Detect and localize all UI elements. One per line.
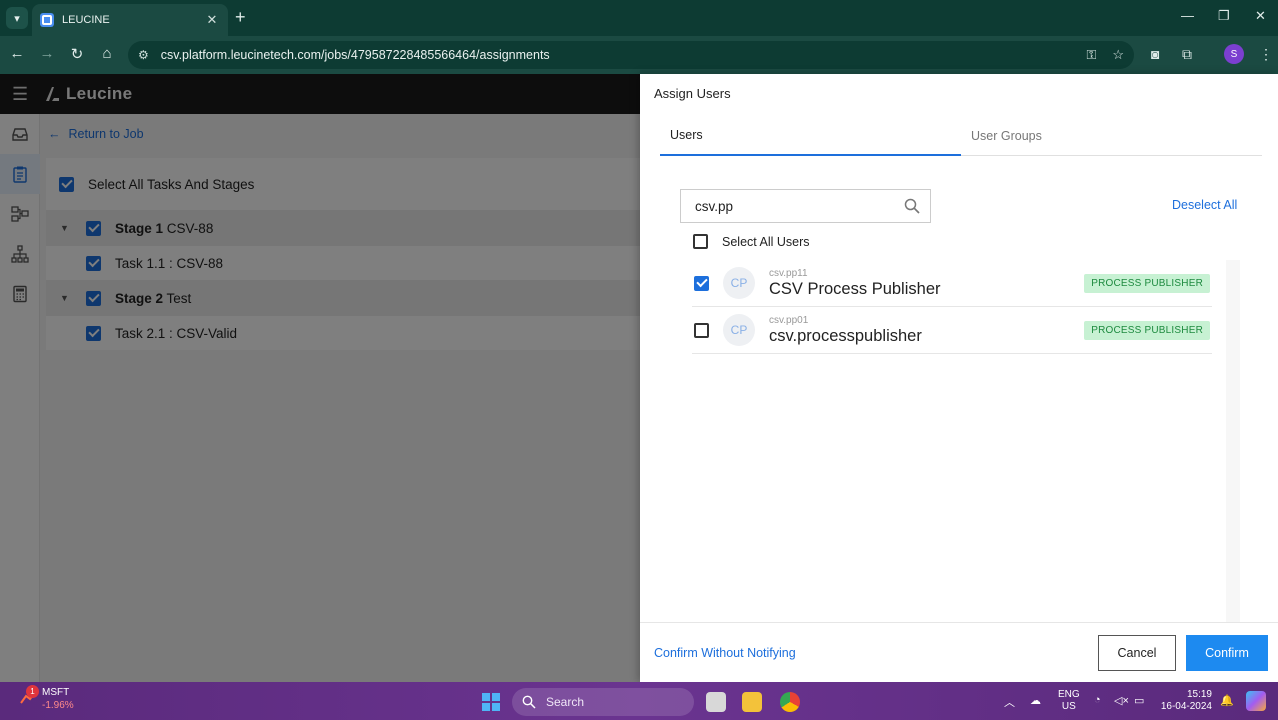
role-badge: PROCESS PUBLISHER xyxy=(1084,273,1210,293)
system-clock[interactable]: 15:19 16-04-2024 xyxy=(1160,689,1212,713)
tab-title: LEUCINE xyxy=(62,14,110,26)
profile-avatar[interactable]: S xyxy=(1224,44,1244,64)
notifications-bell-icon[interactable]: 🔔 xyxy=(1220,694,1234,707)
stock-chart-icon: 1 xyxy=(20,685,39,705)
user-info: csv.pp11 CSV Process Publisher xyxy=(769,268,1084,299)
leucine-favicon-icon xyxy=(40,13,54,27)
user-name: csv.processpublisher xyxy=(769,326,922,345)
assign-users-drawer: Assign Users Users User Groups csv.pp De… xyxy=(640,74,1278,682)
user-checkbox[interactable] xyxy=(694,275,709,291)
notification-badge: 1 xyxy=(26,685,39,698)
avatar: CP xyxy=(723,267,755,299)
reload-icon[interactable]: ↻ xyxy=(67,45,87,63)
maximize-icon[interactable]: ❐ xyxy=(1218,8,1230,24)
file-explorer-icon[interactable] xyxy=(742,692,762,712)
tab-users[interactable]: Users xyxy=(660,116,961,156)
drawer-footer: Confirm Without Notifying Cancel Confirm xyxy=(640,622,1278,682)
taskbar-search-label: Search xyxy=(546,695,585,709)
leucine-app: ☰ Leucine xyxy=(0,74,1278,682)
role-badge: PROCESS PUBLISHER xyxy=(1084,320,1210,340)
user-row[interactable]: CP csv.pp11 CSV Process Publisher PROCES… xyxy=(692,260,1212,307)
user-list: CP csv.pp11 CSV Process Publisher PROCES… xyxy=(692,260,1212,354)
new-tab-button[interactable]: + xyxy=(235,7,246,27)
select-all-users-checkbox[interactable] xyxy=(693,234,708,249)
windows-start-icon[interactable] xyxy=(482,693,500,711)
stock-widget[interactable]: 1 MSFT -1.96% xyxy=(20,685,74,711)
tab-user-groups[interactable]: User Groups xyxy=(961,116,1262,156)
avatar: CP xyxy=(723,314,755,346)
keyboard-region: US xyxy=(1061,701,1076,712)
bookmark-star-icon[interactable]: ☆ xyxy=(1112,47,1124,63)
back-icon[interactable]: ← xyxy=(7,45,27,62)
user-row[interactable]: CP csv.pp01 csv.processpublisher PROCESS… xyxy=(692,307,1212,354)
user-name: CSV Process Publisher xyxy=(769,279,941,298)
site-info-icon[interactable]: ⚙ xyxy=(138,48,149,62)
user-search-input[interactable]: csv.pp xyxy=(680,189,931,223)
close-window-icon[interactable]: ✕ xyxy=(1255,8,1266,24)
scrollbar[interactable] xyxy=(1226,260,1240,622)
stock-name: MSFT xyxy=(42,687,70,698)
cancel-button[interactable]: Cancel xyxy=(1098,635,1176,671)
windows-taskbar: 1 MSFT -1.96% Search ︿ ☁ ENG US ◔ ◁× ▭ 1… xyxy=(0,682,1278,720)
password-key-icon[interactable]: ⚿ xyxy=(1086,47,1096,63)
tab-search-button[interactable]: ▾ xyxy=(6,7,28,29)
minimize-icon[interactable]: — xyxy=(1181,8,1194,23)
url-text: csv.platform.leucinetech.com/jobs/479587… xyxy=(160,48,550,62)
user-info: csv.pp01 csv.processpublisher xyxy=(769,315,1084,346)
confirm-button[interactable]: Confirm xyxy=(1186,635,1268,671)
user-checkbox[interactable] xyxy=(694,322,709,338)
onedrive-cloud-icon[interactable]: ☁ xyxy=(1030,694,1041,707)
extensions-puzzle-icon[interactable]: ⧉ xyxy=(1182,46,1192,63)
copilot-icon[interactable] xyxy=(1246,691,1266,711)
drawer-title: Assign Users xyxy=(654,86,731,101)
stock-change: -1.96% xyxy=(42,700,74,711)
user-id: csv.pp11 xyxy=(769,267,808,279)
address-bar[interactable]: ⚙ csv.platform.leucinetech.com/jobs/4795… xyxy=(128,41,1134,69)
clock-time: 15:19 xyxy=(1186,689,1212,700)
show-hidden-icons-chevron-icon[interactable]: ︿ xyxy=(1004,694,1015,710)
modal-backdrop[interactable] xyxy=(0,74,640,682)
language-code: ENG xyxy=(1058,689,1080,700)
search-value: csv.pp xyxy=(695,198,734,214)
taskbar-search[interactable]: Search xyxy=(512,688,694,716)
speaker-muted-icon[interactable]: ◁× xyxy=(1114,694,1129,707)
close-tab-icon[interactable]: ✕ xyxy=(204,12,220,28)
user-id: csv.pp01 xyxy=(769,314,809,326)
search-icon xyxy=(522,695,536,709)
task-view-icon[interactable] xyxy=(706,692,726,712)
search-icon[interactable] xyxy=(904,198,920,214)
browser-menu-icon[interactable]: ⋮ xyxy=(1259,46,1273,63)
browser-tab-strip: ▾ LEUCINE ✕ + — ❐ ✕ xyxy=(0,0,1278,36)
battery-icon[interactable]: ▭ xyxy=(1134,694,1144,707)
drawer-tabs: Users User Groups xyxy=(660,116,1262,156)
confirm-without-notifying-link[interactable]: Confirm Without Notifying xyxy=(654,646,796,660)
deselect-all-link[interactable]: Deselect All xyxy=(1172,198,1237,212)
camera-extension-icon[interactable]: ◙ xyxy=(1151,46,1159,62)
browser-tab[interactable]: LEUCINE ✕ xyxy=(32,4,228,36)
select-all-users-row: Select All Users xyxy=(693,234,810,249)
browser-toolbar: ← → ↻ ⌂ ⚙ csv.platform.leucinetech.com/j… xyxy=(0,36,1278,74)
home-icon[interactable]: ⌂ xyxy=(97,45,117,62)
wifi-icon[interactable]: ◔ xyxy=(1094,694,1101,706)
chrome-icon[interactable] xyxy=(780,692,800,712)
select-all-users-label: Select All Users xyxy=(722,234,810,249)
clock-date: 16-04-2024 xyxy=(1160,701,1212,712)
language-indicator[interactable]: ENG US xyxy=(1058,689,1080,713)
forward-icon[interactable]: → xyxy=(37,45,57,62)
